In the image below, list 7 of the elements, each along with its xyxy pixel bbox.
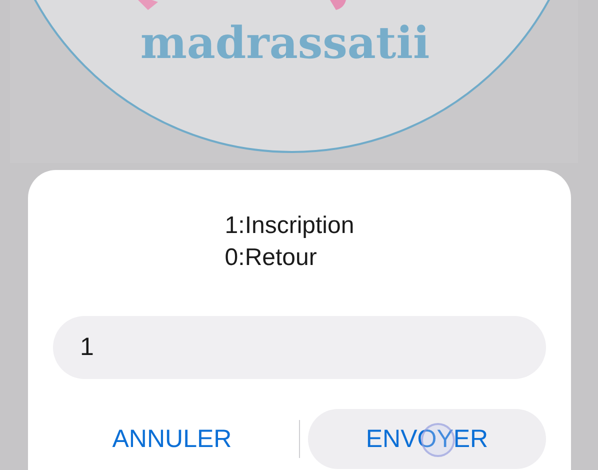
message-line: 0:Retour bbox=[224, 243, 318, 273]
dialog-button[interactable]: ENVOYER bbox=[308, 409, 546, 469]
ornament-icon bbox=[138, 0, 346, 10]
input-field[interactable]: 1 bbox=[53, 316, 546, 379]
dialog-button[interactable]: ANNULER bbox=[53, 409, 291, 469]
message-line: 1:Inscription bbox=[224, 211, 354, 241]
logo-text: madrassatii bbox=[140, 18, 430, 69]
